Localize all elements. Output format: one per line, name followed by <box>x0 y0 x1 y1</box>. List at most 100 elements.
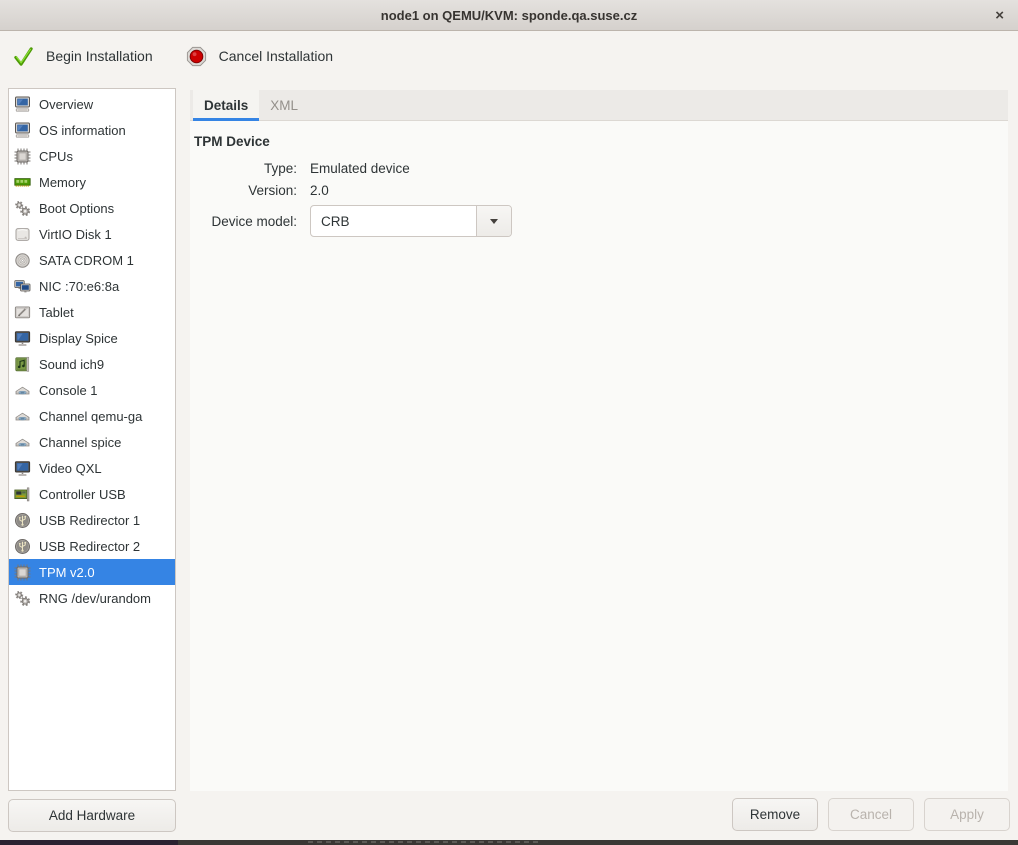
sidebar-item-display-spice[interactable]: Display Spice <box>9 325 175 351</box>
sidebar-item-label: Channel qemu-ga <box>39 409 142 424</box>
sidebar-item-virtio-disk-1[interactable]: VirtIO Disk 1 <box>9 221 175 247</box>
sidebar-item-label: USB Redirector 2 <box>39 539 140 554</box>
tab-details[interactable]: Details <box>193 90 259 120</box>
sidebar-item-label: Console 1 <box>39 383 98 398</box>
sidebar-item-channel-spice[interactable]: Channel spice <box>9 429 175 455</box>
sidebar-item-label: RNG /dev/urandom <box>39 591 151 606</box>
tab-xml-label: XML <box>270 98 298 113</box>
vm-details-window: node1 on QEMU/KVM: sponde.qa.suse.cz × B… <box>0 0 1018 845</box>
cancel-installation-button[interactable]: Cancel Installation <box>185 45 333 68</box>
tablet-icon <box>14 304 31 321</box>
cpu-icon <box>14 148 31 165</box>
sidebar-item-channel-qemu-ga[interactable]: Channel qemu-ga <box>9 403 175 429</box>
computer-icon <box>14 96 31 113</box>
serial-device-icon <box>14 382 31 399</box>
sidebar-item-console-1[interactable]: Console 1 <box>9 377 175 403</box>
tpm-chip-icon <box>14 564 31 581</box>
sidebar-item-sound-ich9[interactable]: Sound ich9 <box>9 351 175 377</box>
sidebar-item-tablet[interactable]: Tablet <box>9 299 175 325</box>
tab-bar: Details XML <box>190 90 1008 121</box>
usb-icon <box>14 538 31 555</box>
sidebar-item-usb-redirector-1[interactable]: USB Redirector 1 <box>9 507 175 533</box>
apply-label: Apply <box>950 807 984 822</box>
toolbar: Begin Installation Cancel Installation <box>0 31 1018 81</box>
sidebar-item-os-information[interactable]: OS information <box>9 117 175 143</box>
footer-action-buttons: Remove Cancel Apply <box>732 798 1010 831</box>
begin-installation-button[interactable]: Begin Installation <box>12 45 153 68</box>
hardware-list: Overview OS information CPUs Memory Boot… <box>8 88 176 791</box>
close-icon[interactable]: × <box>987 0 1012 30</box>
chevron-down-icon <box>490 219 498 224</box>
panel-heading: TPM Device <box>194 134 1008 149</box>
computer-icon <box>14 122 31 139</box>
cancel-label: Cancel <box>850 807 892 822</box>
field-row-version: Version: 2.0 <box>194 183 1008 198</box>
window-title: node1 on QEMU/KVM: sponde.qa.suse.cz <box>381 8 637 23</box>
version-value: 2.0 <box>310 183 329 198</box>
sidebar-item-controller-usb[interactable]: Controller USB <box>9 481 175 507</box>
sidebar-item-label: Video QXL <box>39 461 102 476</box>
field-row-device-model: Device model: CRB <box>194 205 1008 237</box>
begin-installation-label: Begin Installation <box>46 48 153 64</box>
sidebar-item-sata-cdrom-1[interactable]: SATA CDROM 1 <box>9 247 175 273</box>
add-hardware-label: Add Hardware <box>49 808 135 823</box>
apply-button: Apply <box>924 798 1010 831</box>
device-model-value: CRB <box>311 206 476 236</box>
version-label: Version: <box>194 183 297 198</box>
remove-label: Remove <box>750 807 800 822</box>
field-row-type: Type: Emulated device <box>194 161 1008 176</box>
sidebar-item-label: Boot Options <box>39 201 114 216</box>
tab-details-label: Details <box>204 98 248 113</box>
sidebar-item-label: Display Spice <box>39 331 118 346</box>
sidebar-item-label: Sound ich9 <box>39 357 104 372</box>
usb-icon <box>14 512 31 529</box>
disk-icon <box>14 226 31 243</box>
video-icon <box>14 460 31 477</box>
cancel-button: Cancel <box>828 798 914 831</box>
combobox-dropdown-button[interactable] <box>476 206 511 236</box>
memory-icon <box>14 174 31 191</box>
details-notebook: Details XML TPM Device Type: Emulated de… <box>190 90 1008 791</box>
type-value: Emulated device <box>310 161 410 176</box>
sound-icon <box>14 356 31 373</box>
sidebar-item-usb-redirector-2[interactable]: USB Redirector 2 <box>9 533 175 559</box>
sidebar-item-label: USB Redirector 1 <box>39 513 140 528</box>
sidebar-item-overview[interactable]: Overview <box>9 91 175 117</box>
stop-icon <box>185 45 208 68</box>
cancel-installation-label: Cancel Installation <box>219 48 333 64</box>
background-window-edge-text-hint <box>308 841 538 843</box>
device-model-label: Device model: <box>194 214 297 229</box>
checkmark-icon <box>12 45 35 68</box>
remove-button[interactable]: Remove <box>732 798 818 831</box>
cdrom-icon <box>14 252 31 269</box>
background-window-edge <box>0 840 1018 845</box>
usb-card-icon <box>14 486 31 503</box>
sidebar-item-nic[interactable]: NIC :70:e6:8a <box>9 273 175 299</box>
device-model-combobox[interactable]: CRB <box>310 205 512 237</box>
display-icon <box>14 330 31 347</box>
serial-device-icon <box>14 434 31 451</box>
sidebar-item-rng[interactable]: RNG /dev/urandom <box>9 585 175 611</box>
type-label: Type: <box>194 161 297 176</box>
sidebar-item-label: Tablet <box>39 305 74 320</box>
sidebar-item-label: VirtIO Disk 1 <box>39 227 112 242</box>
gears-icon <box>14 200 31 217</box>
sidebar-item-label: Controller USB <box>39 487 126 502</box>
gears-icon <box>14 590 31 607</box>
tab-xml[interactable]: XML <box>259 90 309 120</box>
sidebar-item-label: Overview <box>39 97 93 112</box>
sidebar-item-video-qxl[interactable]: Video QXL <box>9 455 175 481</box>
tpm-device-panel: TPM Device Type: Emulated device Version… <box>190 121 1008 237</box>
sidebar-item-memory[interactable]: Memory <box>9 169 175 195</box>
sidebar-item-label: OS information <box>39 123 126 138</box>
background-window-edge-right <box>178 840 1018 845</box>
sidebar-item-cpus[interactable]: CPUs <box>9 143 175 169</box>
add-hardware-button[interactable]: Add Hardware <box>8 799 176 832</box>
background-window-edge-left <box>0 840 178 845</box>
titlebar: node1 on QEMU/KVM: sponde.qa.suse.cz × <box>0 0 1018 31</box>
sidebar-item-label: NIC :70:e6:8a <box>39 279 119 294</box>
sidebar-item-label: CPUs <box>39 149 73 164</box>
sidebar-item-boot-options[interactable]: Boot Options <box>9 195 175 221</box>
sidebar-item-label: Memory <box>39 175 86 190</box>
sidebar-item-tpm-v2[interactable]: TPM v2.0 <box>9 559 175 585</box>
